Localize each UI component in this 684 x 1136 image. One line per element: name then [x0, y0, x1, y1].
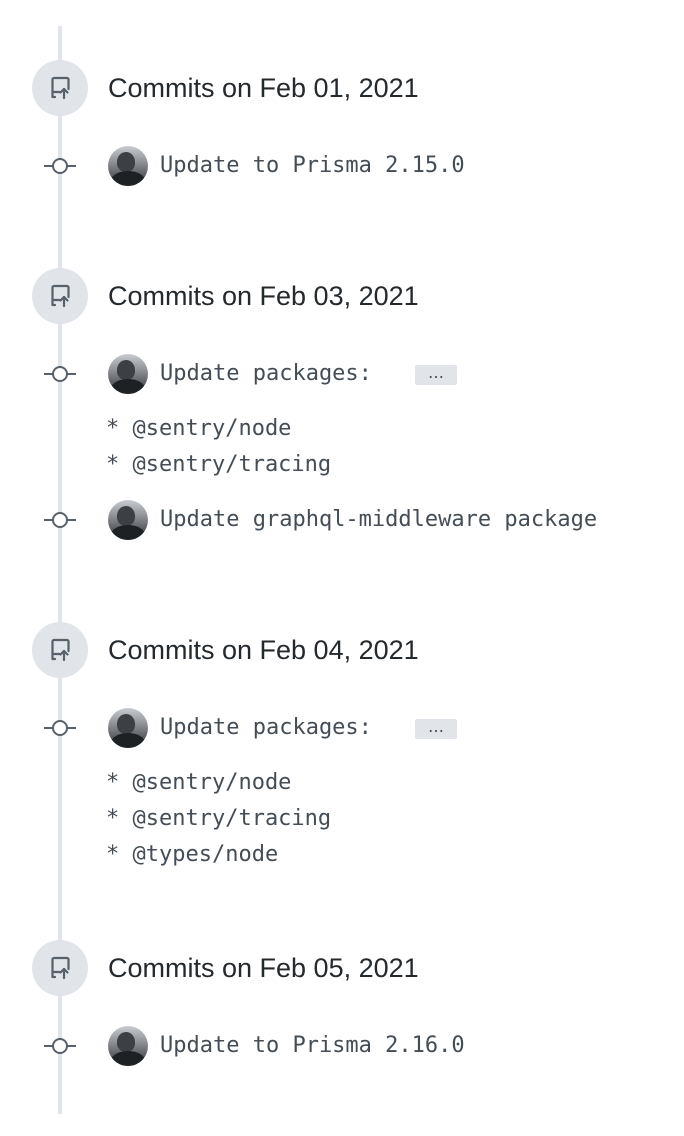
group-title: Commits on Feb 01, 2021 [108, 73, 419, 103]
ellipsis-icon: … [428, 717, 444, 736]
author-avatar[interactable] [108, 354, 148, 394]
group-title: Commits on Feb 04, 2021 [108, 635, 419, 665]
git-commit-icon [44, 507, 76, 533]
ellipsis-icon: … [428, 363, 444, 382]
commit-row: Update graphql-middleware package [0, 500, 684, 540]
commit-message-link[interactable]: Update to Prisma 2.15.0 [160, 150, 465, 182]
commit-group-header: Commits on Feb 05, 2021 [0, 940, 684, 998]
author-avatar[interactable] [108, 500, 148, 540]
group-title: Commits on Feb 05, 2021 [108, 953, 419, 983]
commit-body-line: * @sentry/node [106, 416, 292, 441]
group-title: Commits on Feb 03, 2021 [108, 281, 419, 311]
commit-group-header: Commits on Feb 03, 2021 [0, 268, 684, 326]
repo-push-icon [32, 622, 88, 678]
git-commit-icon [44, 1033, 76, 1059]
author-avatar[interactable] [108, 1026, 148, 1066]
git-commit-icon [44, 153, 76, 179]
repo-push-icon [32, 60, 88, 116]
author-avatar[interactable] [108, 146, 148, 186]
commit-message-link[interactable]: Update packages: [160, 712, 372, 744]
commit-row: Update packages: … [0, 354, 684, 394]
git-commit-icon [44, 361, 76, 387]
expand-commit-button[interactable]: … [415, 719, 457, 739]
author-avatar[interactable] [108, 708, 148, 748]
commit-row: Update packages: … [0, 708, 684, 748]
commit-body-line: * @sentry/node [106, 770, 292, 795]
commit-message-link[interactable]: Update graphql-middleware package [160, 504, 597, 536]
expand-commit-button[interactable]: … [415, 365, 457, 385]
commit-body-line: * @sentry/tracing [106, 452, 332, 477]
repo-push-icon [32, 268, 88, 324]
commit-body-line: * @types/node [106, 842, 279, 867]
commit-timeline: Commits on Feb 01, 2021 Update to Prisma… [0, 0, 684, 1136]
commit-group-header: Commits on Feb 01, 2021 [0, 60, 684, 118]
commit-message-link[interactable]: Update to Prisma 2.16.0 [160, 1030, 465, 1062]
repo-push-icon [32, 940, 88, 996]
git-commit-icon [44, 715, 76, 741]
commit-body-line: * @sentry/tracing [106, 806, 332, 831]
commit-message-link[interactable]: Update packages: [160, 358, 372, 390]
commit-group-header: Commits on Feb 04, 2021 [0, 622, 684, 680]
commit-row: Update to Prisma 2.16.0 [0, 1026, 684, 1066]
commit-row: Update to Prisma 2.15.0 [0, 146, 684, 186]
